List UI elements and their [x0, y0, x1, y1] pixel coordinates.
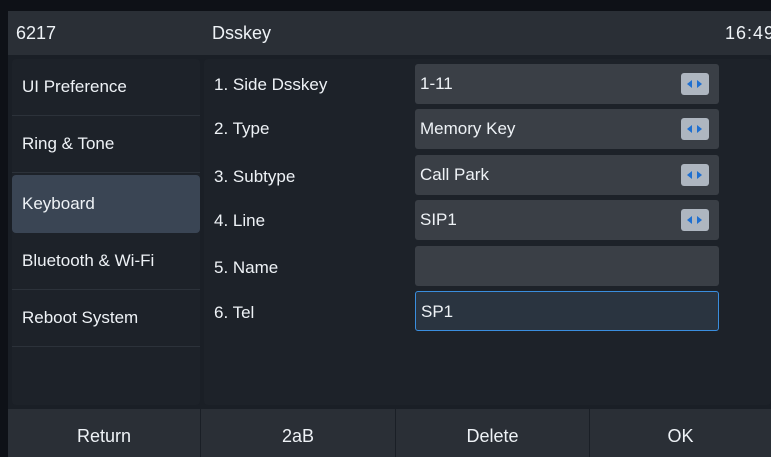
tel-input[interactable]: SP1	[415, 291, 719, 331]
settings-menu: UI Preference Ring & Tone Keyboard Bluet…	[12, 59, 200, 405]
menu-item-ring-tone[interactable]: Ring & Tone	[12, 116, 200, 173]
tel-value: SP1	[421, 302, 454, 321]
name-label: 5. Name	[214, 258, 279, 277]
dsskey-form: 1. Side Dsskey 1-11 2. Type Memory Key 3…	[204, 59, 771, 405]
type-label: 2. Type	[214, 119, 270, 138]
input-mode-softkey[interactable]: 2aB	[201, 409, 396, 457]
menu-item-label: Reboot System	[22, 308, 139, 327]
side-dsskey-value: 1-11	[420, 74, 453, 93]
return-softkey[interactable]: Return	[8, 409, 201, 457]
subtype-label: 3. Subtype	[214, 167, 296, 186]
menu-item-label: Keyboard	[22, 194, 95, 213]
menu-item-label: Ring & Tone	[22, 134, 115, 153]
side-dsskey-select[interactable]: 1-11	[415, 64, 719, 104]
subtype-select[interactable]: Call Park	[415, 155, 719, 195]
menu-item-label: Bluetooth & Wi-Fi	[22, 251, 155, 270]
ok-softkey[interactable]: OK	[590, 409, 771, 457]
softkey-bar: Return 2aB Delete OK	[8, 409, 771, 457]
status-bar: 6217 Dsskey 16:49	[8, 11, 771, 55]
tel-label: 6. Tel	[214, 303, 255, 322]
type-select[interactable]: Memory Key	[415, 109, 719, 149]
clock: 16:49	[724, 23, 771, 43]
left-right-arrow-icon[interactable]	[681, 73, 709, 95]
line-label: 4. Line	[214, 211, 266, 230]
page-title: Dsskey	[212, 23, 272, 43]
menu-item-ui-preference[interactable]: UI Preference	[12, 59, 200, 116]
menu-item-bluetooth-wifi[interactable]: Bluetooth & Wi-Fi	[12, 233, 200, 290]
type-value: Memory Key	[420, 119, 516, 138]
phone-screen: 6217 Dsskey 16:49 UI Preference Ring & T…	[8, 11, 771, 457]
left-right-arrow-icon[interactable]	[681, 209, 709, 231]
menu-item-keyboard[interactable]: Keyboard	[12, 175, 200, 233]
left-right-arrow-icon[interactable]	[681, 118, 709, 140]
line-select[interactable]: SIP1	[415, 200, 719, 240]
left-right-arrow-icon[interactable]	[681, 164, 709, 186]
menu-item-reboot-system[interactable]: Reboot System	[12, 290, 200, 347]
extension-number: 6217	[16, 23, 57, 43]
delete-softkey[interactable]: Delete	[396, 409, 590, 457]
subtype-value: Call Park	[420, 165, 489, 184]
menu-item-label: UI Preference	[22, 77, 127, 96]
name-input[interactable]	[415, 246, 719, 286]
side-dsskey-label: 1. Side Dsskey	[214, 75, 328, 94]
line-value: SIP1	[420, 210, 457, 229]
